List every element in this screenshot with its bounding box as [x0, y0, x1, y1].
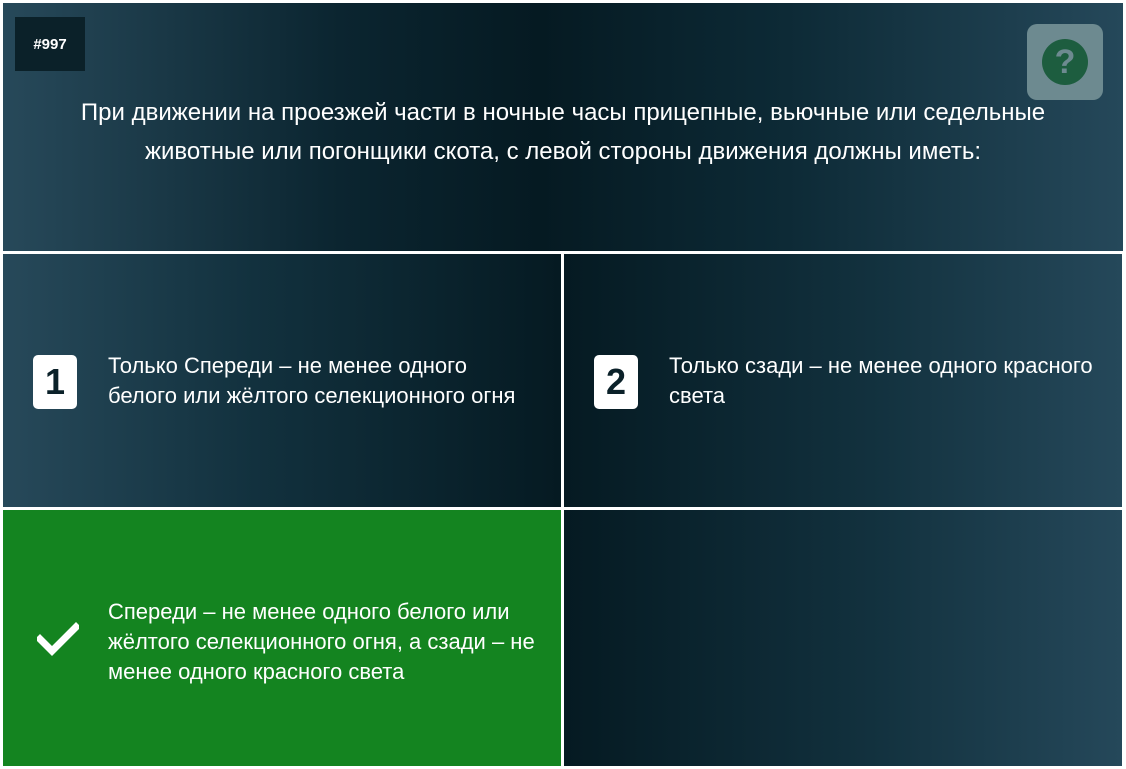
question-text: При движении на проезжей части в ночные …	[80, 99, 1046, 165]
answer-text: Только сзади – не менее одного красного …	[669, 353, 1093, 408]
question-panel: #997 ? При движении на проезжей части в …	[3, 3, 1123, 251]
answer-number-badge: 2	[594, 355, 638, 409]
answer-number-badge: 1	[33, 355, 77, 409]
quiz-card: #997 ? При движении на проезжей части в …	[3, 3, 1123, 766]
answer-text: Только Спереди – не менее одного белого …	[108, 353, 516, 408]
answer-option-1[interactable]: 1 Только Спереди – не менее одного белог…	[3, 254, 561, 507]
answer-option-4-empty	[564, 510, 1122, 766]
answer-text: Спереди – не менее одного белого или жёл…	[108, 599, 535, 684]
answer-option-3-correct[interactable]: Спереди – не менее одного белого или жёл…	[3, 510, 561, 766]
answer-option-2[interactable]: 2 Только сзади – не менее одного красног…	[564, 254, 1122, 507]
checkmark-icon	[37, 622, 79, 656]
help-button[interactable]: ?	[1027, 24, 1103, 100]
question-circle-icon: ?	[1042, 39, 1088, 85]
question-number-badge: #997	[15, 17, 85, 71]
